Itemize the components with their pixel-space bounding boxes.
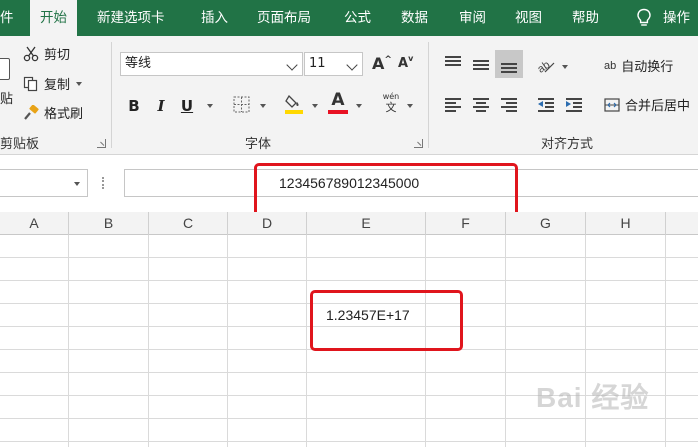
italic-button[interactable]: I xyxy=(151,94,171,118)
ribbon-tab-bar: 件 开始 新建选项卡 插入 页面布局 公式 数据 审阅 视图 帮助 操作 xyxy=(0,0,698,37)
font-size-select[interactable]: 11 xyxy=(304,52,363,76)
tab-home[interactable]: 开始 xyxy=(30,0,77,37)
shrink-font-button[interactable]: Av xyxy=(398,54,414,71)
group-divider xyxy=(111,42,112,148)
align-middle-icon[interactable] xyxy=(473,58,489,72)
format-painter-label: 格式刷 xyxy=(44,107,84,122)
fill-color-icon[interactable] xyxy=(284,93,304,115)
paintbrush-icon xyxy=(24,104,39,120)
merge-cells-icon xyxy=(604,97,620,112)
tab-formulas[interactable]: 公式 xyxy=(344,0,371,36)
italic-label: I xyxy=(157,97,165,115)
copy-label: 复制 xyxy=(44,78,71,93)
cut-label: 剪切 xyxy=(44,48,71,63)
ribbon: 贴 剪切 复制 格式刷 剪贴板 等线 11 A^ Av B I U A wén … xyxy=(0,36,698,155)
column-header-b[interactable]: B xyxy=(69,212,149,235)
underline-button[interactable]: U xyxy=(177,94,197,118)
bold-label: B xyxy=(128,97,140,115)
chevron-down-icon[interactable] xyxy=(74,182,80,186)
column-header-f[interactable]: F xyxy=(426,212,506,235)
phonetic-bottom-label: 文 xyxy=(385,101,397,114)
align-right-icon[interactable] xyxy=(501,98,517,112)
wrap-text-label: 自动换行 xyxy=(621,60,674,75)
column-header-e[interactable]: E xyxy=(307,212,426,235)
clipboard-group-label: 剪贴板 xyxy=(0,137,40,152)
paste-button[interactable]: 贴 xyxy=(0,88,13,107)
decrease-indent-icon[interactable] xyxy=(538,98,554,112)
wrap-text-button[interactable]: ab 自动换行 xyxy=(604,56,674,76)
column-header-a[interactable]: A xyxy=(0,212,69,235)
tab-data[interactable]: 数据 xyxy=(401,0,428,36)
bold-button[interactable]: B xyxy=(124,94,144,118)
chevron-down-icon[interactable] xyxy=(562,65,568,69)
font-color-button[interactable]: A xyxy=(328,91,348,114)
tab-new-tab[interactable]: 新建选项卡 xyxy=(97,0,165,36)
caret-down-icon: v xyxy=(408,54,414,63)
copy-button[interactable]: 复制 xyxy=(23,74,83,93)
column-header-d[interactable]: D xyxy=(228,212,307,235)
group-divider xyxy=(428,42,429,148)
chevron-down-icon[interactable] xyxy=(356,104,362,108)
chevron-down-icon xyxy=(346,59,358,71)
chevron-down-icon[interactable] xyxy=(260,104,266,108)
phonetic-guide-button[interactable]: wén 文 xyxy=(380,92,402,114)
copy-icon xyxy=(23,76,38,91)
cut-button[interactable]: 剪切 xyxy=(23,44,70,63)
phonetic-top-label: wén xyxy=(382,92,400,101)
chevron-down-icon[interactable] xyxy=(207,104,213,108)
column-header-g[interactable]: G xyxy=(506,212,586,235)
tab-file[interactable]: 件 xyxy=(0,0,14,36)
format-painter-button[interactable]: 格式刷 xyxy=(23,103,83,122)
highlight-box-formula xyxy=(254,163,518,218)
alignment-group-label: 对齐方式 xyxy=(541,137,594,152)
align-left-icon[interactable] xyxy=(445,98,461,112)
lightbulb-icon[interactable] xyxy=(636,8,652,28)
chevron-down-icon xyxy=(286,59,298,71)
wrap-text-icon: ab xyxy=(604,59,617,72)
tab-help[interactable]: 帮助 xyxy=(572,0,599,36)
font-name-value: 等线 xyxy=(125,56,152,71)
font-name-select[interactable]: 等线 xyxy=(120,52,303,76)
fill-color-swatch xyxy=(285,110,303,114)
font-color-glyph: A xyxy=(331,90,345,110)
orientation-icon[interactable]: ab xyxy=(536,56,556,74)
caret-up-icon: ^ xyxy=(384,55,392,65)
column-header-h[interactable]: H xyxy=(586,212,666,235)
underline-label: U xyxy=(180,97,194,115)
tab-view[interactable]: 视图 xyxy=(515,0,542,36)
baidu-watermark-logo: Bai 经验 xyxy=(536,382,650,413)
column-header-next[interactable] xyxy=(666,212,698,235)
merge-center-label: 合并后居中 xyxy=(625,99,691,114)
chevron-down-icon[interactable] xyxy=(312,104,318,108)
align-bottom-icon xyxy=(501,59,517,73)
chevron-down-icon[interactable] xyxy=(76,81,83,86)
grow-font-label: A xyxy=(372,54,385,73)
name-box[interactable] xyxy=(0,169,88,197)
align-top-icon[interactable] xyxy=(445,56,461,70)
font-group-label: 字体 xyxy=(245,137,272,152)
font-dialog-launcher-icon[interactable] xyxy=(414,139,423,148)
merge-center-button[interactable]: 合并后居中 xyxy=(604,95,690,114)
paste-icon[interactable] xyxy=(0,58,10,80)
align-bottom-button[interactable] xyxy=(495,50,523,78)
tab-insert[interactable]: 插入 xyxy=(201,0,228,36)
shrink-font-label: A xyxy=(398,56,409,71)
column-header-c[interactable]: C xyxy=(149,212,228,235)
tab-tell-me[interactable]: 操作 xyxy=(663,0,690,36)
align-center-icon[interactable] xyxy=(473,98,489,112)
grow-font-button[interactable]: A^ xyxy=(372,54,392,73)
increase-indent-icon[interactable] xyxy=(566,98,582,112)
highlight-box-cell xyxy=(310,290,463,351)
font-size-value: 11 xyxy=(309,56,326,71)
tab-review[interactable]: 审阅 xyxy=(459,0,486,36)
formula-bar-grip[interactable] xyxy=(102,177,105,189)
borders-icon[interactable] xyxy=(233,96,250,113)
font-color-swatch xyxy=(328,110,348,114)
tab-page-layout[interactable]: 页面布局 xyxy=(257,0,311,36)
chevron-down-icon[interactable] xyxy=(407,104,413,108)
clipboard-dialog-launcher-icon[interactable] xyxy=(97,139,106,148)
column-headers: A B C D E F G H xyxy=(0,212,698,235)
scissors-icon xyxy=(23,46,39,61)
